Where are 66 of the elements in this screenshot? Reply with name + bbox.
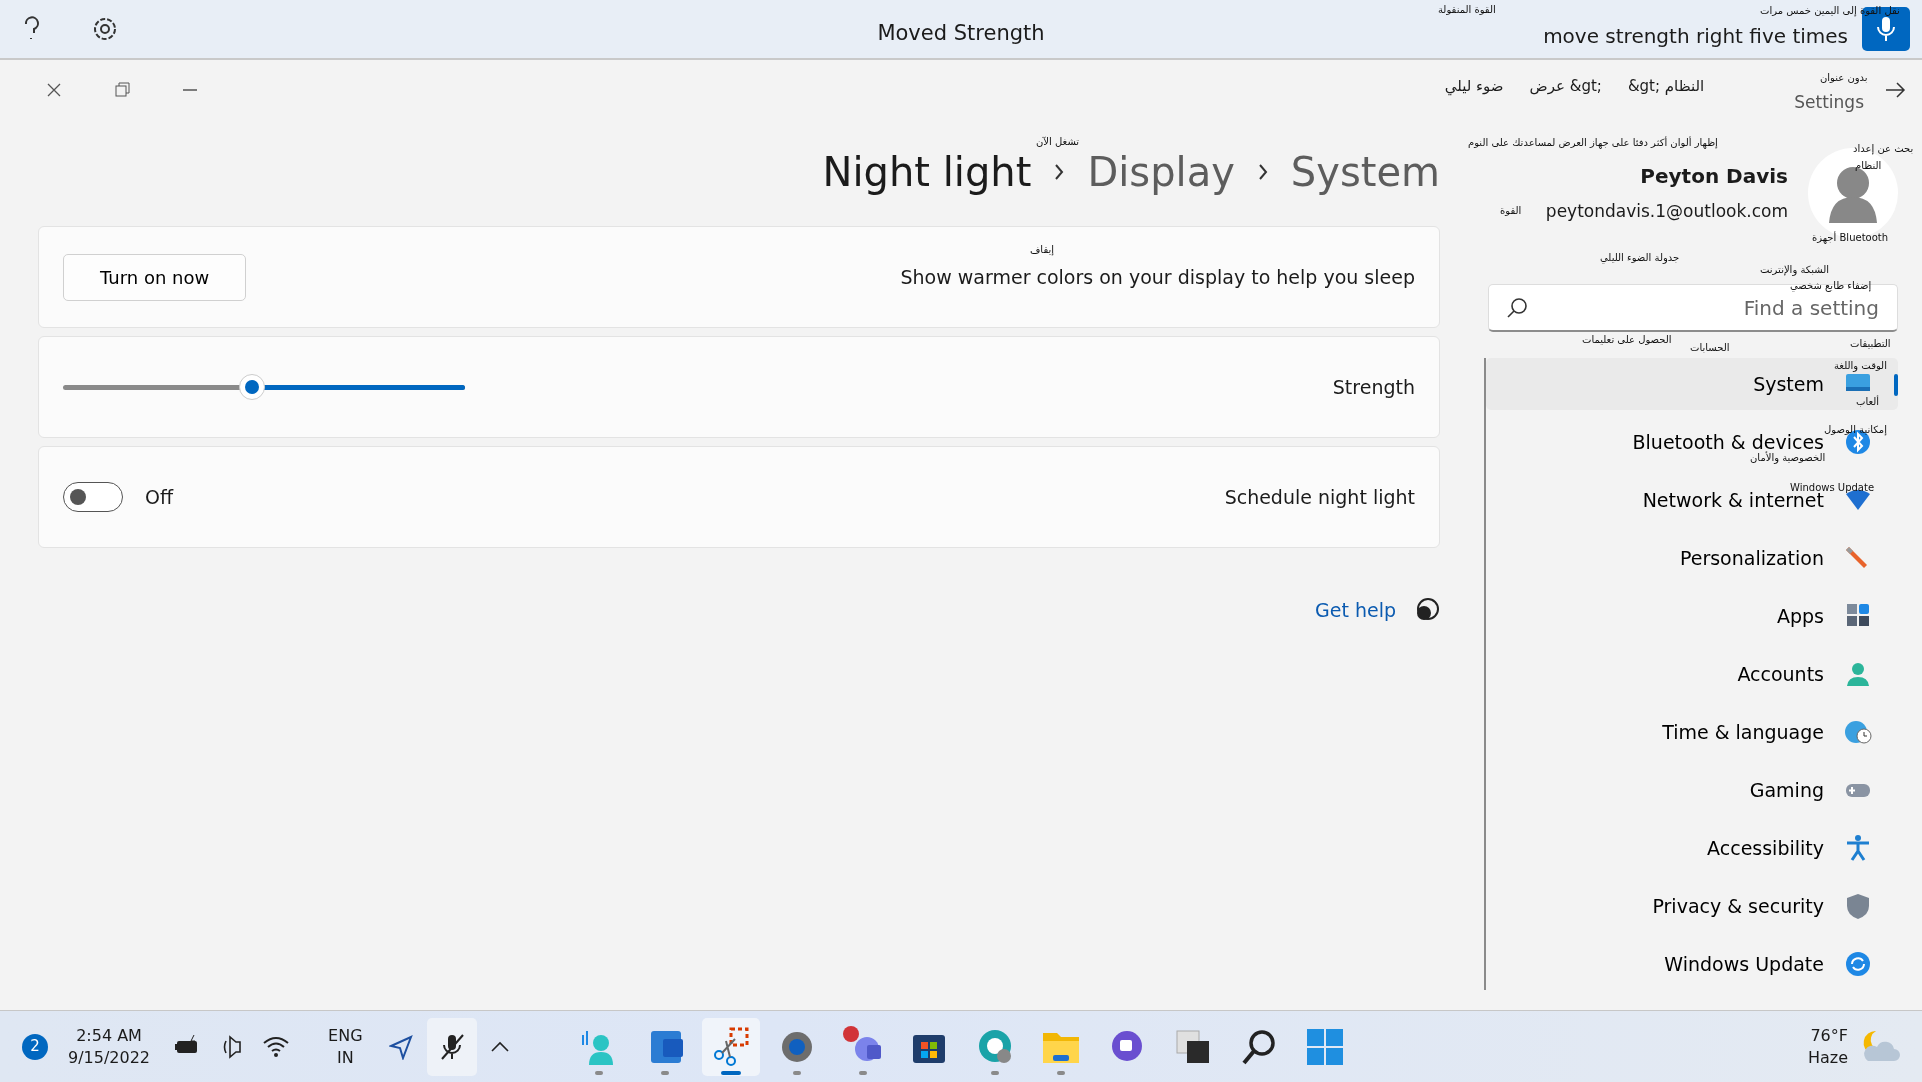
chevron-icon (1256, 162, 1269, 182)
cursor-icon[interactable] (388, 1033, 415, 1060)
caption-text: أجهزة Bluetooth (1812, 232, 1889, 243)
caption-text: التطبيقات (1850, 338, 1891, 349)
nav-item[interactable]: Gaming (1486, 764, 1898, 816)
clock-date: 9/15/2022 (68, 1046, 151, 1069)
turn-on-button[interactable]: Turn on now (63, 253, 247, 301)
microphone-icon (1876, 15, 1896, 43)
caption-text: الحصول على تعليمات (1582, 334, 1672, 345)
caption-text: القوة المنقولة (1438, 4, 1496, 15)
caption-text: بحث عن إعداد (1853, 143, 1914, 154)
nav-item[interactable]: Privacy & security (1486, 880, 1898, 932)
sync-icon (1844, 950, 1872, 978)
toggle-switch[interactable] (63, 482, 123, 512)
microphone-button[interactable] (1862, 7, 1910, 51)
setting-label: Strength (1332, 374, 1415, 400)
caption-text: جدولة الضوء الليلي (1600, 252, 1680, 263)
status-message: Moved Strength (877, 20, 1045, 47)
caption-text: الشبكة والإنترنت (1760, 264, 1830, 275)
restore-icon (112, 80, 132, 100)
person-icon (1844, 660, 1872, 688)
nav-item[interactable]: Personalization (1486, 532, 1898, 584)
nav-item[interactable]: Apps (1486, 590, 1898, 642)
caption-text: &gt; النظام (1627, 75, 1705, 97)
caption-text: عرض &gt; (1529, 75, 1602, 97)
region-code: IN (335, 1046, 355, 1069)
caption-text: إظهار ألوان أكثر دفئا على جهاز العرض لمساعدتك على النوم (1468, 137, 1718, 148)
user-name: Peyton Davis (1639, 163, 1788, 191)
caption-text: ضوء ليلي (1444, 75, 1504, 98)
caption-text: Windows Update (1790, 482, 1875, 493)
caption-text: بدون عنوان (1820, 72, 1868, 83)
nav-item[interactable]: Accounts (1486, 648, 1898, 700)
accessibility-icon (1844, 834, 1872, 862)
get-help-link[interactable]: Get help (1315, 596, 1396, 625)
back-arrow-icon[interactable] (1884, 80, 1906, 100)
slider-thumb[interactable] (238, 373, 265, 400)
temperature: 76°F (1809, 1024, 1848, 1047)
caption-text: تشغل الآن (1036, 136, 1080, 147)
user-email: peytondavis.1@outlook.com (1545, 200, 1788, 224)
nav-item[interactable]: Time & language (1486, 706, 1898, 758)
language-code: ENG (328, 1024, 363, 1047)
chevron-icon (1053, 162, 1066, 182)
caption-text: ألعاب (1856, 396, 1880, 407)
setting-label: Schedule night light (1224, 484, 1415, 510)
search-icon (1506, 297, 1528, 319)
voice-command-text: move strength right five times (1543, 23, 1848, 50)
setting-label: Show warmer colors on your display to help you sleep (900, 264, 1415, 290)
minimize-icon (183, 89, 197, 91)
microphone-muted-icon (438, 1032, 465, 1061)
caption-text: النظام (1855, 160, 1882, 171)
caption-text: إيقاف (1030, 244, 1055, 255)
globe-clock-icon (1844, 718, 1872, 746)
caption-text: الحسابات (1690, 342, 1730, 353)
caption-text: إمكانية الوصول (1824, 424, 1887, 435)
caption-text: القوة (1500, 205, 1522, 216)
microphone-toggle-button[interactable] (426, 1017, 477, 1076)
toggle-state: Off (145, 484, 174, 510)
nav-item[interactable]: Windows Update (1486, 938, 1898, 990)
clock-time: 2:54 AM (75, 1024, 143, 1047)
app-title: Settings (1794, 91, 1864, 115)
weather-condition: Haze (1807, 1046, 1848, 1069)
caption-text: الخصوصية والأمان (1750, 452, 1826, 463)
caption-text: الوقت واللغة (1834, 360, 1887, 371)
shield-icon (1844, 892, 1872, 920)
notification-badge[interactable]: 2 (22, 1033, 48, 1060)
nav-item[interactable]: Accessibility (1486, 822, 1898, 874)
